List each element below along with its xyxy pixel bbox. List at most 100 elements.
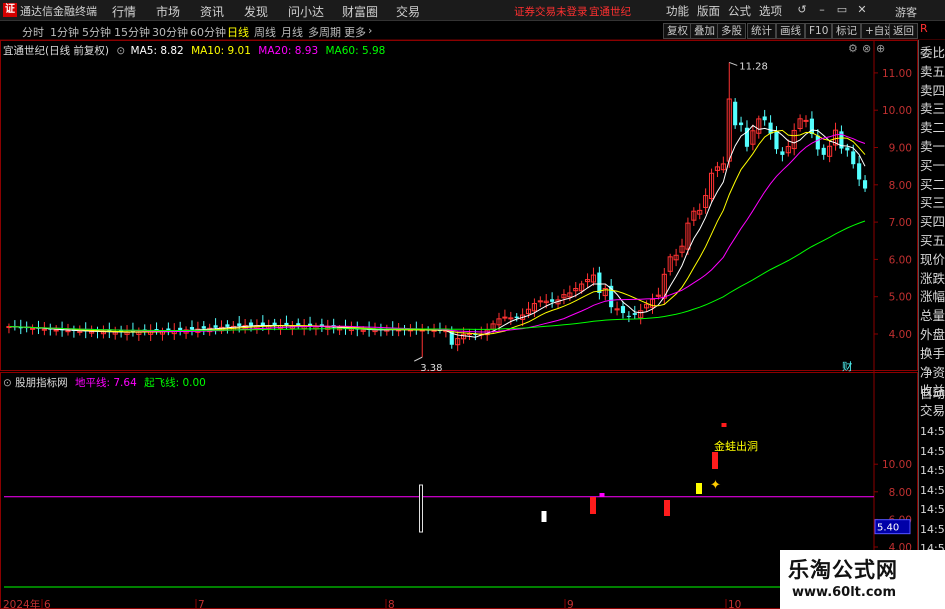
price-tick-label: 10.00 <box>882 105 912 117</box>
period-monthly[interactable]: 月线 <box>281 24 303 40</box>
candle-body-down <box>851 151 856 165</box>
menu-function[interactable]: 功能 <box>666 3 689 19</box>
period-15min[interactable]: 15分钟 <box>114 24 150 40</box>
panel-field-2[interactable]: 卖四 <box>920 82 945 99</box>
trade-time[interactable]: 14:56 <box>920 482 945 499</box>
price-tick-label: 4.00 <box>889 329 912 341</box>
period-weekly[interactable]: 周线 <box>254 24 276 40</box>
period-60min[interactable]: 60分钟 <box>190 24 226 40</box>
menu-options[interactable]: 选项 <box>759 3 782 19</box>
panel-field-10[interactable]: 买五 <box>920 232 945 249</box>
trade-time[interactable]: 14:56 <box>920 443 945 460</box>
panel-field-4[interactable]: 卖二 <box>920 119 945 136</box>
period-5min[interactable]: 5分钟 <box>82 24 111 40</box>
period-tick[interactable]: 分时 <box>22 24 44 40</box>
panel-field-11[interactable]: 现价 <box>920 251 945 268</box>
menu-trade[interactable]: 交易 <box>396 3 420 20</box>
statistics-button[interactable]: 统计 <box>747 23 776 39</box>
adjust-button[interactable]: 复权 <box>663 23 692 39</box>
candle-body-down <box>597 272 602 293</box>
back-button[interactable]: 返回 <box>889 23 918 39</box>
indicator-settings-icon[interactable]: ⊙ <box>3 377 12 389</box>
panel-tab-1[interactable]: 交易 <box>920 402 945 419</box>
main-chart-header: 宜通世纪(日线 前复权) ⊙ MA5: 8.82 MA10: 9.01 MA20… <box>3 43 385 58</box>
f10-button[interactable]: F10 <box>805 23 833 39</box>
signal-bar <box>712 452 718 469</box>
candle-body-up <box>803 119 809 122</box>
menu-ask-xiaoda[interactable]: 问小达 <box>288 3 324 20</box>
trade-time[interactable]: 14:56 <box>920 462 945 479</box>
close-icon[interactable]: ✕ <box>855 3 869 16</box>
refresh-icon[interactable]: ↺ <box>795 3 809 16</box>
menu-market[interactable]: 市场 <box>156 3 180 20</box>
candle-body-up <box>65 330 71 333</box>
price-tick-label: 6.00 <box>889 254 912 266</box>
maximize-icon[interactable]: ▭ <box>835 3 849 16</box>
period-daily[interactable]: 日线 <box>227 24 249 40</box>
menu-quotes[interactable]: 行情 <box>112 3 136 20</box>
panel-field-6[interactable]: 买一 <box>920 157 945 174</box>
trade-time[interactable]: 14:56 <box>920 423 945 440</box>
period-30min[interactable]: 30分钟 <box>152 24 188 40</box>
panel-field-15[interactable]: 外盘 <box>920 326 945 343</box>
panel-r-label[interactable]: R <box>920 22 928 35</box>
panel-field-16[interactable]: 换手 <box>920 345 945 362</box>
panel-tab-0[interactable]: 自动 <box>920 385 945 402</box>
panel-field-17[interactable]: 净资 <box>920 364 945 381</box>
period-multi[interactable]: 多周期 <box>308 24 341 40</box>
panel-field-14[interactable]: 总量 <box>920 307 945 324</box>
panel-field-3[interactable]: 卖三 <box>920 100 945 117</box>
candle-body-down <box>821 147 826 155</box>
period-1min[interactable]: 1分钟 <box>50 24 79 40</box>
trade-time[interactable]: 14:56 <box>920 521 945 538</box>
panel-field-5[interactable]: 卖一 <box>920 138 945 155</box>
panel-field-0[interactable]: 委比 <box>920 44 945 61</box>
title-bar: 证 通达信金融终端 行情 市场 资讯 发现 问小达 财富圈 交易 证券交易未登录… <box>0 0 945 21</box>
draw-line-button[interactable]: 画线 <box>776 23 805 39</box>
signal-bar <box>664 500 670 516</box>
candle-body-down <box>774 131 779 150</box>
menu-wealth-circle[interactable]: 财富圈 <box>342 3 378 20</box>
indicator-header: ⊙ 股朋指标网 地平线: 7.64 起飞线: 0.00 <box>3 375 206 390</box>
settings-icon[interactable]: ⊙ <box>116 45 125 57</box>
login-status[interactable]: 证券交易未登录 <box>514 4 588 19</box>
watermark: 乐淘公式网 www.60lt.com <box>780 550 945 609</box>
time-axis-label: 10 <box>728 599 741 609</box>
menu-layout[interactable]: 版面 <box>697 3 720 19</box>
candle-body-down <box>248 322 254 326</box>
menu-formula[interactable]: 公式 <box>728 3 751 19</box>
multi-stock-button[interactable]: 多股 <box>717 23 746 39</box>
candle-body-down <box>809 118 814 135</box>
high-pointer <box>729 61 738 66</box>
trade-time[interactable]: 14:56 <box>920 501 945 518</box>
price-tick-label: 7.00 <box>889 217 912 229</box>
candle-body-down <box>738 122 744 126</box>
candle-body-up <box>502 316 508 319</box>
overlay-button[interactable]: 叠加 <box>690 23 719 39</box>
menu-news[interactable]: 资讯 <box>200 3 224 20</box>
ma10-line <box>8 129 866 335</box>
trading-terminal: 证 通达信金融终端 行情 市场 资讯 发现 问小达 财富圈 交易 证券交易未登录… <box>0 0 945 609</box>
ma5-label: MA5: 8.82 <box>130 45 184 57</box>
signal-bar <box>541 511 547 522</box>
price-tick-label: 5.00 <box>889 292 912 304</box>
panel-field-12[interactable]: 涨跌 <box>920 270 945 287</box>
indicator-tick-label: 10.00 <box>882 459 912 471</box>
kline-chart[interactable]: 11.00 10.00 9.00 8.00 7.00 6.00 5.00 4.00 11.28… <box>0 40 918 372</box>
mark-button[interactable]: 标记 <box>832 23 861 39</box>
panel-field-13[interactable]: 涨幅 <box>920 288 945 305</box>
menu-discover[interactable]: 发现 <box>244 3 268 20</box>
guest-label[interactable]: 游客 <box>895 4 917 20</box>
zoom-icon: ⊕ <box>876 42 885 55</box>
candle-body-down <box>762 116 767 121</box>
panel-field-9[interactable]: 买四 <box>920 213 945 230</box>
minimize-icon[interactable]: – <box>815 3 829 16</box>
more-arrow-icon[interactable]: › <box>368 24 372 37</box>
panel-field-1[interactable]: 卖五 <box>920 63 945 80</box>
panel-field-7[interactable]: 买二 <box>920 176 945 193</box>
candle-body-down <box>768 122 773 134</box>
panel-field-8[interactable]: 买三 <box>920 194 945 211</box>
candle-body-down <box>857 163 862 180</box>
period-more[interactable]: 更多 <box>344 24 366 40</box>
ma5-line <box>8 124 866 338</box>
